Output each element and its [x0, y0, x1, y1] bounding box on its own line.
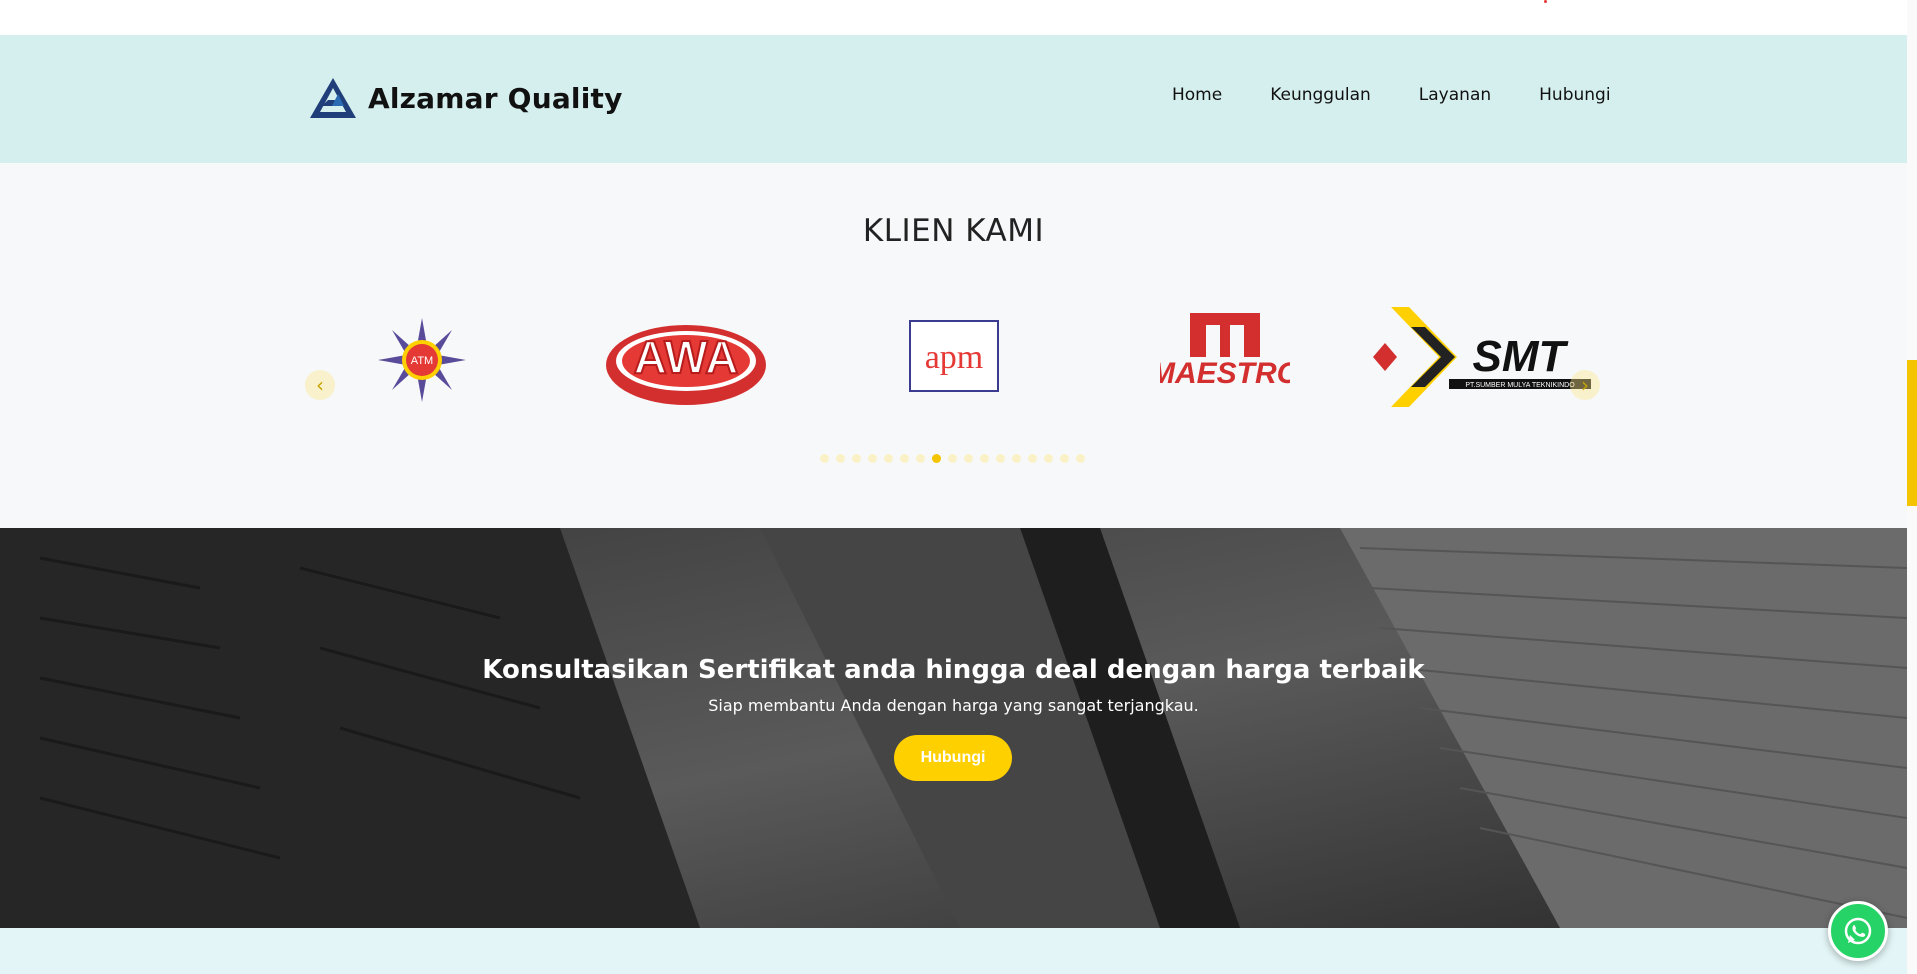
page-scrollbar[interactable]: [1907, 0, 1917, 974]
nav-hubungi[interactable]: Hubungi: [1539, 85, 1610, 105]
chevron-right-icon: ›: [1581, 373, 1589, 397]
bottom-section: [0, 928, 1907, 974]
carousel-dot[interactable]: [1076, 454, 1085, 463]
city-buildings-background: [0, 528, 1907, 928]
brand-name: Alzamar Quality: [368, 81, 623, 115]
hubungi-button[interactable]: Hubungi: [894, 735, 1012, 781]
carousel-dot[interactable]: [1060, 454, 1069, 463]
carousel-dot[interactable]: [1044, 454, 1053, 463]
client-logo-atm: ATM: [378, 318, 466, 402]
carousel-dot[interactable]: [1012, 454, 1021, 463]
clients-section: KLIEN KAMI ‹ ATM AWA apm AESTR SMT PT.SU…: [0, 163, 1907, 528]
client-logo-apm: apm: [909, 320, 999, 392]
client-logo-awa: AWA: [606, 325, 766, 405]
carousel-dot[interactable]: [852, 454, 861, 463]
navbar: Alzamar Quality Home Keunggulan Layanan …: [0, 35, 1907, 163]
svg-text:MAESTRO: MAESTRO: [1160, 357, 1290, 390]
main-nav: Home Keunggulan Layanan Hubungi: [1172, 85, 1611, 105]
brand[interactable]: Alzamar Quality: [308, 75, 623, 121]
chevron-left-icon: ‹: [316, 373, 324, 397]
whatsapp-chat-button[interactable]: [1828, 901, 1888, 961]
cta-subtitle: Siap membantu Anda dengan harga yang san…: [708, 696, 1199, 715]
brand-logo-icon: [310, 78, 356, 118]
svg-text:AWA: AWA: [634, 331, 739, 383]
svg-text:SMT: SMT: [1473, 332, 1569, 381]
svg-text:PT.SUMBER MULYA TEKNIKINDO: PT.SUMBER MULYA TEKNIKINDO: [1465, 382, 1575, 389]
carousel-dot[interactable]: [836, 454, 845, 463]
red-dot: [1544, 0, 1547, 3]
cta-title: Konsultasikan Sertifikat anda hingga dea…: [482, 655, 1425, 685]
client-logo-maestro: MAESTRO: [1160, 313, 1290, 390]
carousel-dot[interactable]: [948, 454, 957, 463]
client-logo-smt: SMT PT.SUMBER MULYA TEKNIKINDO: [1373, 307, 1591, 407]
carousel-dot[interactable]: [996, 454, 1005, 463]
client-logo-carousel: ‹ ATM AWA apm AESTR SMT PT.SUMBER MULYA …: [0, 163, 1907, 528]
carousel-dots: [820, 454, 1085, 463]
nav-layanan[interactable]: Layanan: [1419, 85, 1491, 105]
nav-home[interactable]: Home: [1172, 85, 1222, 105]
svg-text:apm: apm: [925, 339, 984, 376]
cta-section: Konsultasikan Sertifikat anda hingga dea…: [0, 528, 1907, 928]
carousel-dot[interactable]: [820, 454, 829, 463]
top-strip: [0, 0, 1907, 35]
nav-keunggulan[interactable]: Keunggulan: [1270, 85, 1371, 105]
carousel-dot[interactable]: [916, 454, 925, 463]
carousel-dot[interactable]: [932, 454, 941, 463]
svg-text:ATM: ATM: [411, 355, 433, 367]
carousel-dot[interactable]: [900, 454, 909, 463]
carousel-dot[interactable]: [884, 454, 893, 463]
scrollbar-thumb[interactable]: [1907, 360, 1917, 506]
carousel-prev-button[interactable]: ‹: [305, 370, 335, 400]
carousel-dot[interactable]: [868, 454, 877, 463]
carousel-dot[interactable]: [980, 454, 989, 463]
whatsapp-icon: [1844, 917, 1872, 945]
carousel-next-button[interactable]: ›: [1570, 370, 1600, 400]
carousel-dot[interactable]: [1028, 454, 1037, 463]
carousel-dot[interactable]: [964, 454, 973, 463]
